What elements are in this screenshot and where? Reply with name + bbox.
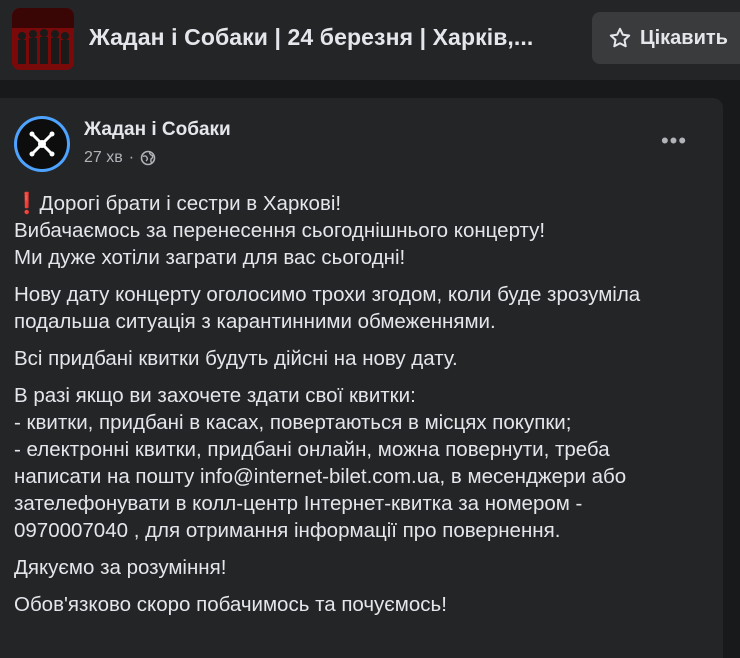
post-line: 0970007040 , для отримання інформації пр… — [14, 519, 561, 542]
post-options-button[interactable]: ••• — [652, 126, 696, 156]
post-paragraph: Дякуємо за розуміння! — [14, 554, 714, 581]
globe-icon[interactable] — [140, 150, 156, 166]
interested-label: Цікавить — [640, 26, 728, 49]
meta-separator: · — [128, 149, 135, 166]
band-logo-icon — [29, 131, 55, 157]
post-line: - електронні квитки, придбані онлайн, мо… — [14, 438, 610, 461]
post-timestamp[interactable]: 27 хв — [84, 149, 123, 167]
post-line: Дякуємо за розуміння! — [14, 556, 227, 579]
post-line: Вибачаємось за перенесення сьогоднішньог… — [14, 219, 546, 242]
post-line: Обов'язково скоро побачимось та почуємос… — [14, 593, 447, 616]
post-card: Жадан і Собаки 27 хв · ••• ❗Дорогі брати… — [0, 98, 723, 658]
post-paragraph: ❗Дорогі брати і сестри в Харкові! Вибача… — [14, 190, 714, 271]
post-line: Нову дату концерту оголосимо трохи згодо… — [14, 283, 641, 306]
post-paragraph: В разі якщо ви захочете здати свої квитк… — [14, 382, 714, 544]
post-line: написати на пошту info@internet-bilet.co… — [14, 465, 627, 488]
interested-button[interactable]: Цікавить — [592, 12, 740, 64]
post-paragraph: Всі придбані квитки будуть дійсні на нов… — [14, 345, 714, 372]
post-paragraph: Нову дату концерту оголосимо трохи згодо… — [14, 281, 714, 335]
post-line: - квитки, придбані в касах, повертаються… — [14, 411, 572, 434]
post-meta: 27 хв · — [84, 149, 156, 167]
post-text: ❗Дорогі брати і сестри в Харкові! Вибача… — [14, 190, 714, 628]
post-line: подальша ситуація з карантинними обмежен… — [14, 310, 496, 333]
post-author-name[interactable]: Жадан і Собаки — [84, 119, 231, 141]
post-line: ❗Дорогі брати і сестри в Харкові! — [14, 192, 342, 215]
event-thumbnail[interactable] — [12, 8, 74, 70]
post-line: Всі придбані квитки будуть дійсні на нов… — [14, 347, 458, 370]
post-paragraph: Обов'язково скоро побачимось та почуємос… — [14, 591, 714, 618]
event-header-bar: Жадан і Собаки | 24 березня | Харків,...… — [0, 0, 740, 80]
star-icon — [609, 27, 631, 48]
author-avatar[interactable] — [14, 116, 70, 172]
post-line: Ми дуже хотіли заграти для вас сьогодні! — [14, 246, 406, 269]
exclamation-icon: ❗ — [14, 192, 40, 215]
post-line: В разі якщо ви захочете здати свої квитк… — [14, 384, 416, 407]
event-title[interactable]: Жадан і Собаки | 24 березня | Харків,... — [89, 24, 569, 51]
post-line: зателефонувати в колл-центр Інтернет-кви… — [14, 492, 583, 515]
